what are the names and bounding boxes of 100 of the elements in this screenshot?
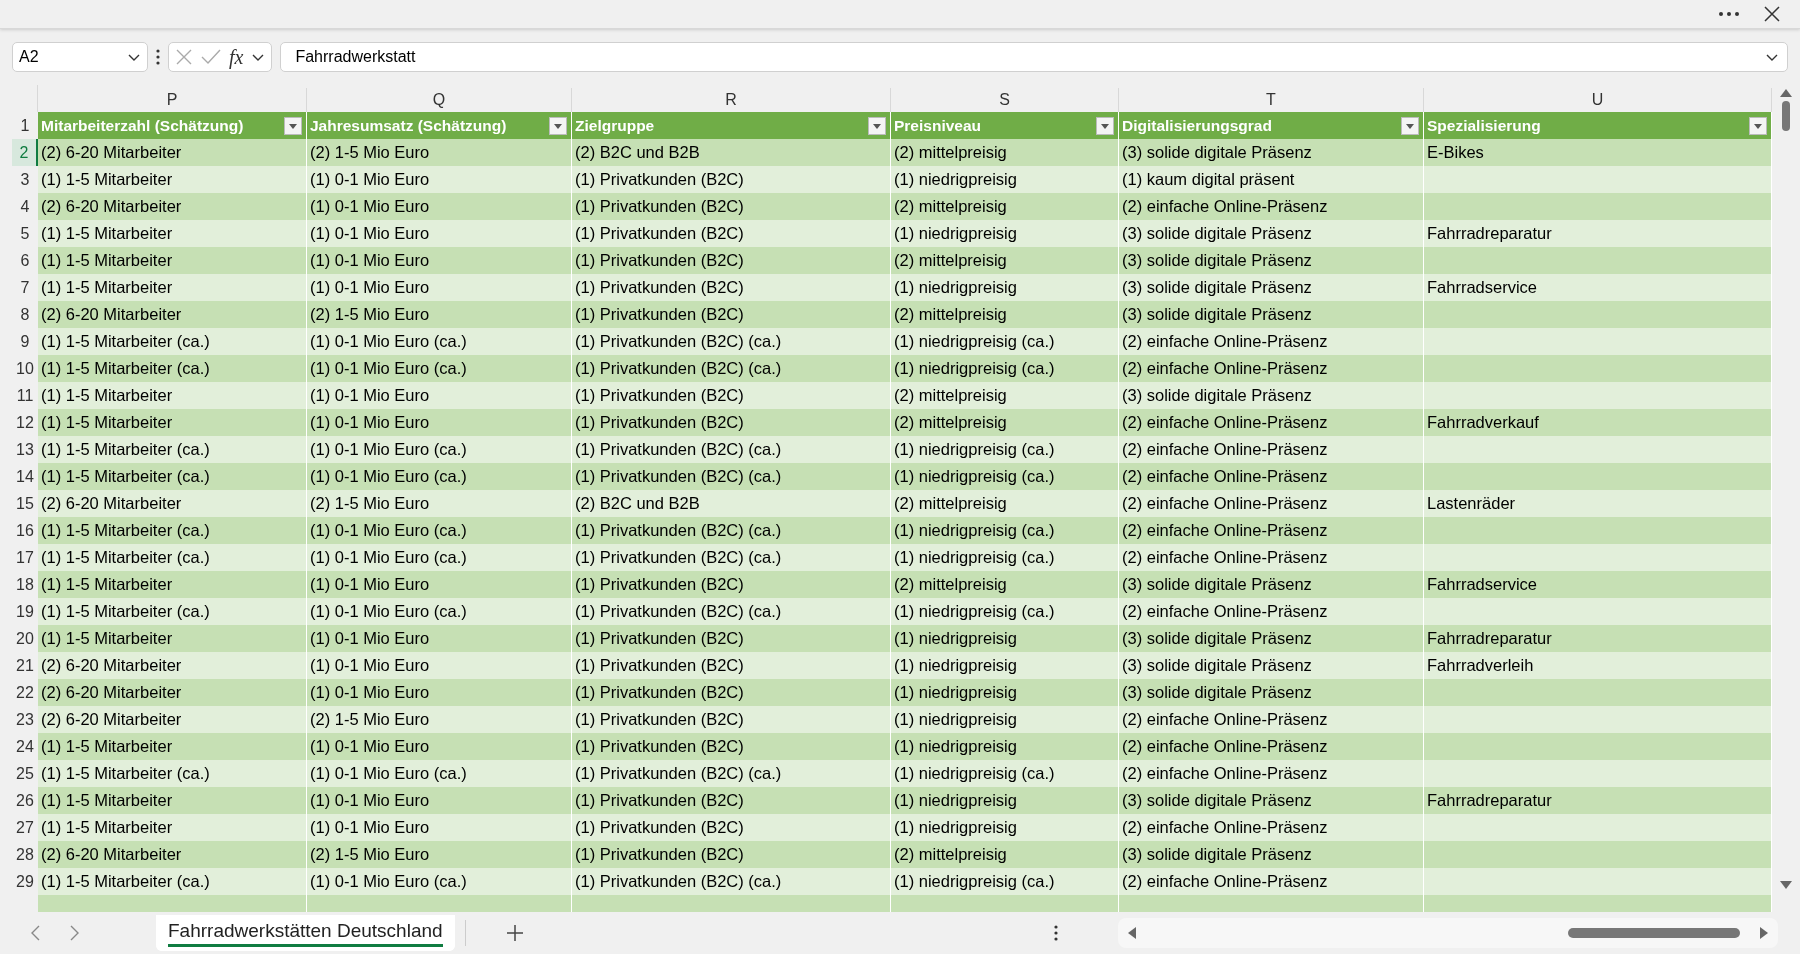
table-cell: (2) 1-5 Mio Euro — [307, 841, 572, 868]
table-cell: (1) Privatkunden (B2C) — [572, 706, 891, 733]
table-cell: (1) Privatkunden (B2C) (ca.) — [572, 328, 891, 355]
plus-icon[interactable] — [505, 924, 524, 942]
table-cell: (2) mittelpreisig — [891, 571, 1119, 598]
table-cell: (1) 0-1 Mio Euro — [307, 652, 572, 679]
more-icon[interactable] — [1718, 11, 1740, 17]
scrollbar-thumb[interactable] — [1568, 928, 1740, 938]
table-cell: (2) einfache Online-Präsenz — [1119, 733, 1424, 760]
more-vertical-icon[interactable] — [1053, 925, 1058, 941]
table-cell: (1) niedrigpreisig (ca.) — [891, 463, 1119, 490]
scroll-left-icon[interactable] — [1128, 927, 1136, 939]
name-box[interactable]: A2 — [12, 42, 148, 72]
table-cell: (1) niedrigpreisig (ca.) — [891, 436, 1119, 463]
insert-function-button[interactable]: fx — [229, 45, 244, 69]
table-cell: (1) niedrigpreisig — [891, 652, 1119, 679]
table-cell: (1) 0-1 Mio Euro (ca.) — [307, 463, 572, 490]
table-cell: (2) einfache Online-Präsenz — [1119, 328, 1424, 355]
table-cell: (1) niedrigpreisig — [891, 274, 1119, 301]
close-icon[interactable] — [1764, 6, 1780, 22]
table-cell: (1) 0-1 Mio Euro (ca.) — [307, 355, 572, 382]
scroll-right-icon[interactable] — [1760, 927, 1768, 939]
table-cell: (1) 1-5 Mitarbeiter — [38, 274, 307, 301]
table-cell: (1) Privatkunden (B2C) (ca.) — [572, 868, 891, 895]
table-cell: Fahrradservice — [1424, 274, 1772, 301]
table-cell: (3) solide digitale Präsenz — [1119, 841, 1424, 868]
table-cell: (2) einfache Online-Präsenz — [1119, 193, 1424, 220]
table-cell: (2) einfache Online-Präsenz — [1119, 868, 1424, 895]
table-cell: (2) mittelpreisig — [891, 193, 1119, 220]
table-cell: (1) 0-1 Mio Euro (ca.) — [307, 328, 572, 355]
scroll-up-icon[interactable] — [1780, 89, 1792, 97]
header-label: Preisniveau — [894, 116, 982, 135]
table-cell: (2) 6-20 Mitarbeiter — [38, 841, 307, 868]
table-cell: (2) mittelpreisig — [891, 247, 1119, 274]
table-cell: (2) mittelpreisig — [891, 409, 1119, 436]
check-icon[interactable] — [201, 49, 221, 65]
table-cell: (1) 1-5 Mitarbeiter — [38, 247, 307, 274]
sheet-tab[interactable]: Fahrradwerkstätten Deutschland — [156, 915, 455, 951]
table-cell: (2) 6-20 Mitarbeiter — [38, 652, 307, 679]
table-cell: (2) 6-20 Mitarbeiter — [38, 490, 307, 517]
table-cell: (1) 0-1 Mio Euro — [307, 166, 572, 193]
table-cell: (2) 6-20 Mitarbeiter — [38, 679, 307, 706]
table-cell: (1) niedrigpreisig — [891, 166, 1119, 193]
header-label: Mitarbeiterzahl (Schätzung) — [41, 116, 244, 135]
table-cell: (1) 0-1 Mio Euro (ca.) — [307, 760, 572, 787]
table-cell: (2) 1-5 Mio Euro — [307, 139, 572, 166]
table-cell: (2) einfache Online-Präsenz — [1119, 814, 1424, 841]
table-cell: (1) 0-1 Mio Euro (ca.) — [307, 436, 572, 463]
table-cell: (1) Privatkunden (B2C) — [572, 301, 891, 328]
table-cell: (1) Privatkunden (B2C) — [572, 841, 891, 868]
table-cell: (1) 0-1 Mio Euro (ca.) — [307, 868, 572, 895]
filter-button[interactable] — [284, 116, 302, 135]
table-cell: (2) 6-20 Mitarbeiter — [38, 139, 307, 166]
table-cell: (2) B2C und B2B — [572, 490, 891, 517]
table-cell: (1) 1-5 Mitarbeiter — [38, 220, 307, 247]
table-cell: (1) niedrigpreisig (ca.) — [891, 517, 1119, 544]
table-cell: (1) niedrigpreisig — [891, 787, 1119, 814]
table-cell: (2) 1-5 Mio Euro — [307, 706, 572, 733]
table-cell: (1) 1-5 Mitarbeiter — [38, 625, 307, 652]
table-cell: (1) 0-1 Mio Euro (ca.) — [307, 544, 572, 571]
formula-field[interactable]: Fahrradwerkstatt — [280, 42, 1788, 72]
table-cell: (1) niedrigpreisig (ca.) — [891, 328, 1119, 355]
scroll-down-icon[interactable] — [1780, 881, 1792, 889]
filter-button[interactable] — [868, 116, 886, 135]
filter-button[interactable] — [1749, 116, 1767, 135]
scrollbar-thumb[interactable] — [1782, 101, 1790, 131]
table-cell: (1) niedrigpreisig — [891, 220, 1119, 247]
table-cell: (1) niedrigpreisig — [891, 706, 1119, 733]
table-cell: (1) Privatkunden (B2C) — [572, 571, 891, 598]
filter-button[interactable] — [1096, 116, 1114, 135]
table-cell: (1) 1-5 Mitarbeiter — [38, 814, 307, 841]
row-number[interactable]: 2 — [12, 139, 38, 166]
table-cell: (1) niedrigpreisig (ca.) — [891, 355, 1119, 382]
table-cell: (3) solide digitale Präsenz — [1119, 652, 1424, 679]
table-cell: (2) B2C und B2B — [572, 139, 891, 166]
table-cell: (1) 0-1 Mio Euro — [307, 814, 572, 841]
table-cell: (1) niedrigpreisig — [891, 625, 1119, 652]
table-cell: (1) 0-1 Mio Euro — [307, 274, 572, 301]
table-cell: (1) Privatkunden (B2C) (ca.) — [572, 463, 891, 490]
table-cell: (3) solide digitale Präsenz — [1119, 220, 1424, 247]
table-cell: Fahrradverleih — [1424, 652, 1772, 679]
chevron-left-icon[interactable] — [30, 925, 40, 941]
table-cell: (1) 0-1 Mio Euro — [307, 193, 572, 220]
table-cell: (1) 0-1 Mio Euro — [307, 571, 572, 598]
filter-button[interactable] — [549, 116, 567, 135]
chevron-right-icon[interactable] — [70, 925, 80, 941]
more-vertical-icon[interactable] — [156, 49, 160, 65]
header-label: Zielgruppe — [575, 116, 655, 135]
table-cell: (2) mittelpreisig — [891, 382, 1119, 409]
table-cell: (2) einfache Online-Präsenz — [1119, 355, 1424, 382]
filter-button[interactable] — [1401, 116, 1419, 135]
table-cell: (2) mittelpreisig — [891, 490, 1119, 517]
table-cell: (1) 0-1 Mio Euro (ca.) — [307, 517, 572, 544]
table-cell: (2) einfache Online-Präsenz — [1119, 760, 1424, 787]
table-cell: (1) Privatkunden (B2C) (ca.) — [572, 355, 891, 382]
table-cell: (2) einfache Online-Präsenz — [1119, 409, 1424, 436]
table-cell: (1) Privatkunden (B2C) — [572, 733, 891, 760]
table-cell: (1) 0-1 Mio Euro — [307, 625, 572, 652]
table-cell: (1) Privatkunden (B2C) (ca.) — [572, 544, 891, 571]
header-label: Spezialisierung — [1427, 116, 1541, 135]
